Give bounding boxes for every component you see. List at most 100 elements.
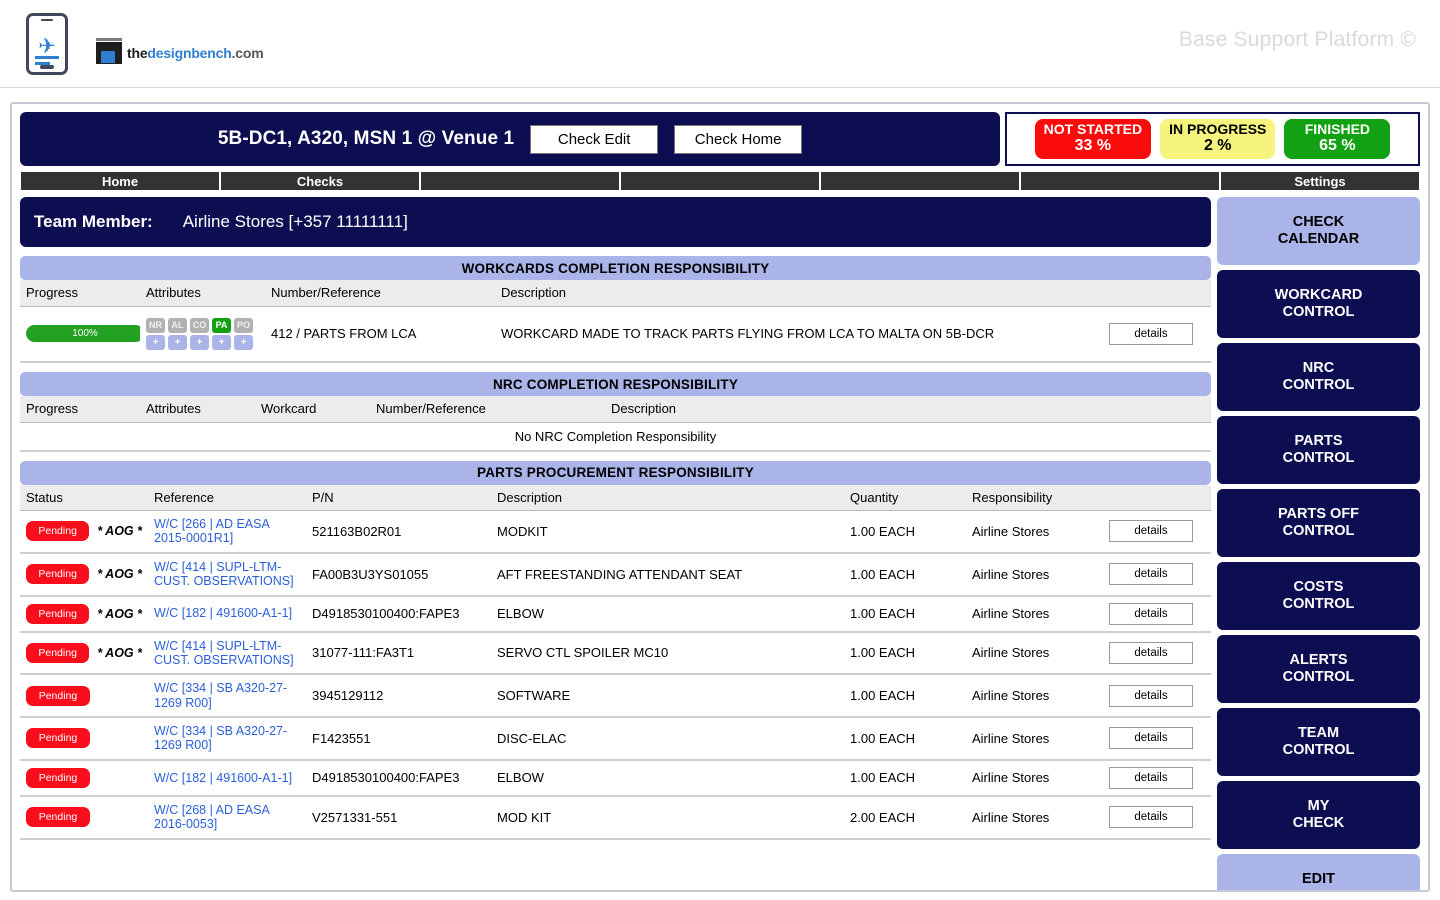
attribute-badge-po[interactable]: PO [234, 317, 253, 333]
part-status-cell: Pending * AOG * [20, 552, 148, 597]
part-responsibility: Airline Stores [966, 510, 1091, 554]
brand-bar: ✈ thedesignbench.com Base Support Platfo… [0, 0, 1440, 88]
part-reference-cell: W/C [334 | SB A320-27-1269 R00] [148, 674, 306, 718]
nrc-col-description: Description [605, 396, 1091, 423]
check-edit-button[interactable]: Check Edit [530, 124, 659, 154]
add-attribute-po-button[interactable]: + [234, 334, 253, 350]
sidebar-item-label-line2: CONTROL [1282, 669, 1355, 685]
workcard-reference-link[interactable]: W/C [182 | 491600-A1-1] [154, 771, 300, 785]
sidebar-item-team-control[interactable]: TEAM CONTROL [1217, 708, 1420, 776]
sidebar-item-edit-check[interactable]: EDITCHECK [1217, 854, 1420, 890]
details-button[interactable]: details [1109, 563, 1193, 586]
part-quantity: 1.00 EACH [844, 595, 966, 633]
nav-item-home[interactable]: Home [20, 171, 220, 191]
part-actions-cell: details [1091, 552, 1211, 597]
status-badge-pending: Pending [26, 807, 90, 828]
nrc-section-title: NRC COMPLETION RESPONSIBILITY [20, 372, 1211, 396]
not-started-value: 33 % [1074, 137, 1112, 155]
part-description: AFT FREESTANDING ATTENDANT SEAT [491, 552, 844, 597]
sidebar-item-label-line2: CONTROL [1282, 450, 1355, 466]
aog-flag: * AOG * [97, 567, 142, 582]
workcard-description: WORKCARD MADE TO TRACK PARTS FLYING FROM… [495, 306, 1091, 363]
part-actions-cell: details [1091, 631, 1211, 676]
sidebar-item-workcard-control[interactable]: WORKCARD CONTROL [1217, 270, 1420, 338]
part-status-cell: Pending [20, 759, 148, 797]
part-responsibility: Airline Stores [966, 631, 1091, 676]
details-button[interactable]: details [1109, 806, 1193, 829]
parts-header-row: Status Reference P/N Description Quantity Res… [20, 484, 1211, 511]
part-actions-cell: details [1091, 510, 1211, 554]
nav-item-settings[interactable]: Settings [1220, 171, 1420, 191]
sidebar-item-costs-control[interactable]: COSTS CONTROL [1217, 562, 1420, 630]
table-row: Pending W/C [334 | SB A320-27-1269 R00] 39… [20, 674, 1211, 718]
part-description: MOD KIT [491, 795, 844, 840]
part-actions-cell: details [1091, 759, 1211, 797]
attribute-badge-co[interactable]: CO [190, 317, 209, 333]
part-responsibility: Airline Stores [966, 795, 1091, 840]
details-button[interactable]: details [1109, 641, 1193, 664]
check-home-button[interactable]: Check Home [674, 124, 803, 154]
table-row: Pending * AOG * W/C [414 | SUPL-LTM-CUST. … [20, 552, 1211, 597]
part-reference-cell: W/C [414 | SUPL-LTM-CUST. OBSERVATIONS] [148, 631, 306, 676]
workcard-reference-link[interactable]: W/C [334 | SB A320-27-1269 R00] [154, 681, 300, 710]
nrc-col-progress: Progress [20, 396, 140, 423]
sidebar-item-nrc-control[interactable]: NRC CONTROL [1217, 343, 1420, 411]
details-button[interactable]: details [1109, 322, 1193, 345]
add-attribute-nr-button[interactable]: + [146, 334, 165, 350]
parts-col-responsibility: Responsibility [966, 484, 1091, 511]
nav-item-empty-3[interactable] [620, 171, 820, 191]
workcard-reference-link[interactable]: W/C [268 | AD EASA 2016-0053] [154, 803, 300, 832]
nav-item-empty-5[interactable] [1020, 171, 1220, 191]
parts-section-title: PARTS PROCUREMENT RESPONSIBILITY [20, 460, 1211, 485]
nrc-col-number-reference: Number/Reference [370, 396, 605, 423]
attribute-badge-pa[interactable]: PA [212, 317, 231, 333]
progress-bar: 100% [26, 325, 144, 343]
add-attribute-co-button[interactable]: + [190, 334, 209, 350]
details-button[interactable]: details [1109, 602, 1193, 625]
parts-table: Status Reference P/N Description Quantity Res… [20, 484, 1211, 840]
sidebar-item-label-line1: ALERTS [1289, 651, 1348, 668]
table-row: Pending * AOG * W/C [414 | SUPL-LTM-CUST. … [20, 631, 1211, 676]
details-button[interactable]: details [1109, 766, 1193, 789]
workcard-attributes-cell: NR + AL + CO + PA + PO + [140, 306, 265, 363]
status-badge-pending: Pending [26, 642, 90, 663]
team-member-banner: Team Member: Airline Stores [+357 111111… [20, 197, 1211, 247]
nav-item-empty-4[interactable] [820, 171, 1020, 191]
part-quantity: 1.00 EACH [844, 552, 966, 597]
table-row: Pending * AOG * W/C [182 | 491600-A1-1] D49… [20, 595, 1211, 633]
sidebar-item-check-calendar[interactable]: CHECK CALENDAR [1217, 197, 1420, 265]
designbench-logo: thedesignbench.com [96, 38, 264, 64]
attribute-badge-al[interactable]: AL [168, 317, 187, 333]
sidebar: CHECK CALENDAR WORKCARD CONTROL NRC CONTROL PA… [1217, 197, 1420, 890]
details-button[interactable]: details [1109, 684, 1193, 707]
sidebar-item-alerts-control[interactable]: ALERTS CONTROL [1217, 635, 1420, 703]
part-responsibility: Airline Stores [966, 595, 1091, 633]
nav-item-empty-2[interactable] [420, 171, 620, 191]
sidebar-item-parts-off-control[interactable]: PARTS OFF CONTROL [1217, 489, 1420, 557]
workcard-reference-link[interactable]: W/C [334 | SB A320-27-1269 R00] [154, 724, 300, 753]
finished-value: 65 % [1319, 137, 1356, 155]
workcard-reference-link[interactable]: W/C [414 | SUPL-LTM-CUST. OBSERVATIONS] [154, 639, 300, 668]
workcards-col-actions [1091, 280, 1211, 307]
part-status-cell: Pending [20, 674, 148, 718]
sidebar-item-parts-control[interactable]: PARTS CONTROL [1217, 416, 1420, 484]
details-button[interactable]: details [1109, 727, 1193, 750]
nrc-col-workcard: Workcard [255, 396, 370, 423]
part-actions-cell: details [1091, 595, 1211, 633]
main-column: Team Member: Airline Stores [+357 111111… [20, 197, 1211, 890]
nav-item-checks[interactable]: Checks [220, 171, 420, 191]
workcards-col-description: Description [495, 280, 1091, 307]
workcard-reference-link[interactable]: W/C [414 | SUPL-LTM-CUST. OBSERVATIONS] [154, 560, 300, 589]
nrc-empty-row: No NRC Completion Responsibility [20, 422, 1211, 452]
details-button[interactable]: details [1109, 520, 1193, 543]
attribute-badge-nr[interactable]: NR [146, 317, 165, 333]
part-reference-cell: W/C [268 | AD EASA 2016-0053] [148, 795, 306, 840]
sidebar-item-label-line1: PARTS [1294, 432, 1343, 449]
part-number: V2571331-551 [306, 795, 491, 840]
add-attribute-pa-button[interactable]: + [212, 334, 231, 350]
workcards-table: Progress Attributes Number/Reference Descri… [20, 280, 1211, 363]
workcard-reference-link[interactable]: W/C [182 | 491600-A1-1] [154, 606, 300, 620]
workcard-reference-link[interactable]: W/C [266 | AD EASA 2015-0001R1] [154, 517, 300, 546]
add-attribute-al-button[interactable]: + [168, 334, 187, 350]
sidebar-item-my-check[interactable]: MY CHECK [1217, 781, 1420, 849]
